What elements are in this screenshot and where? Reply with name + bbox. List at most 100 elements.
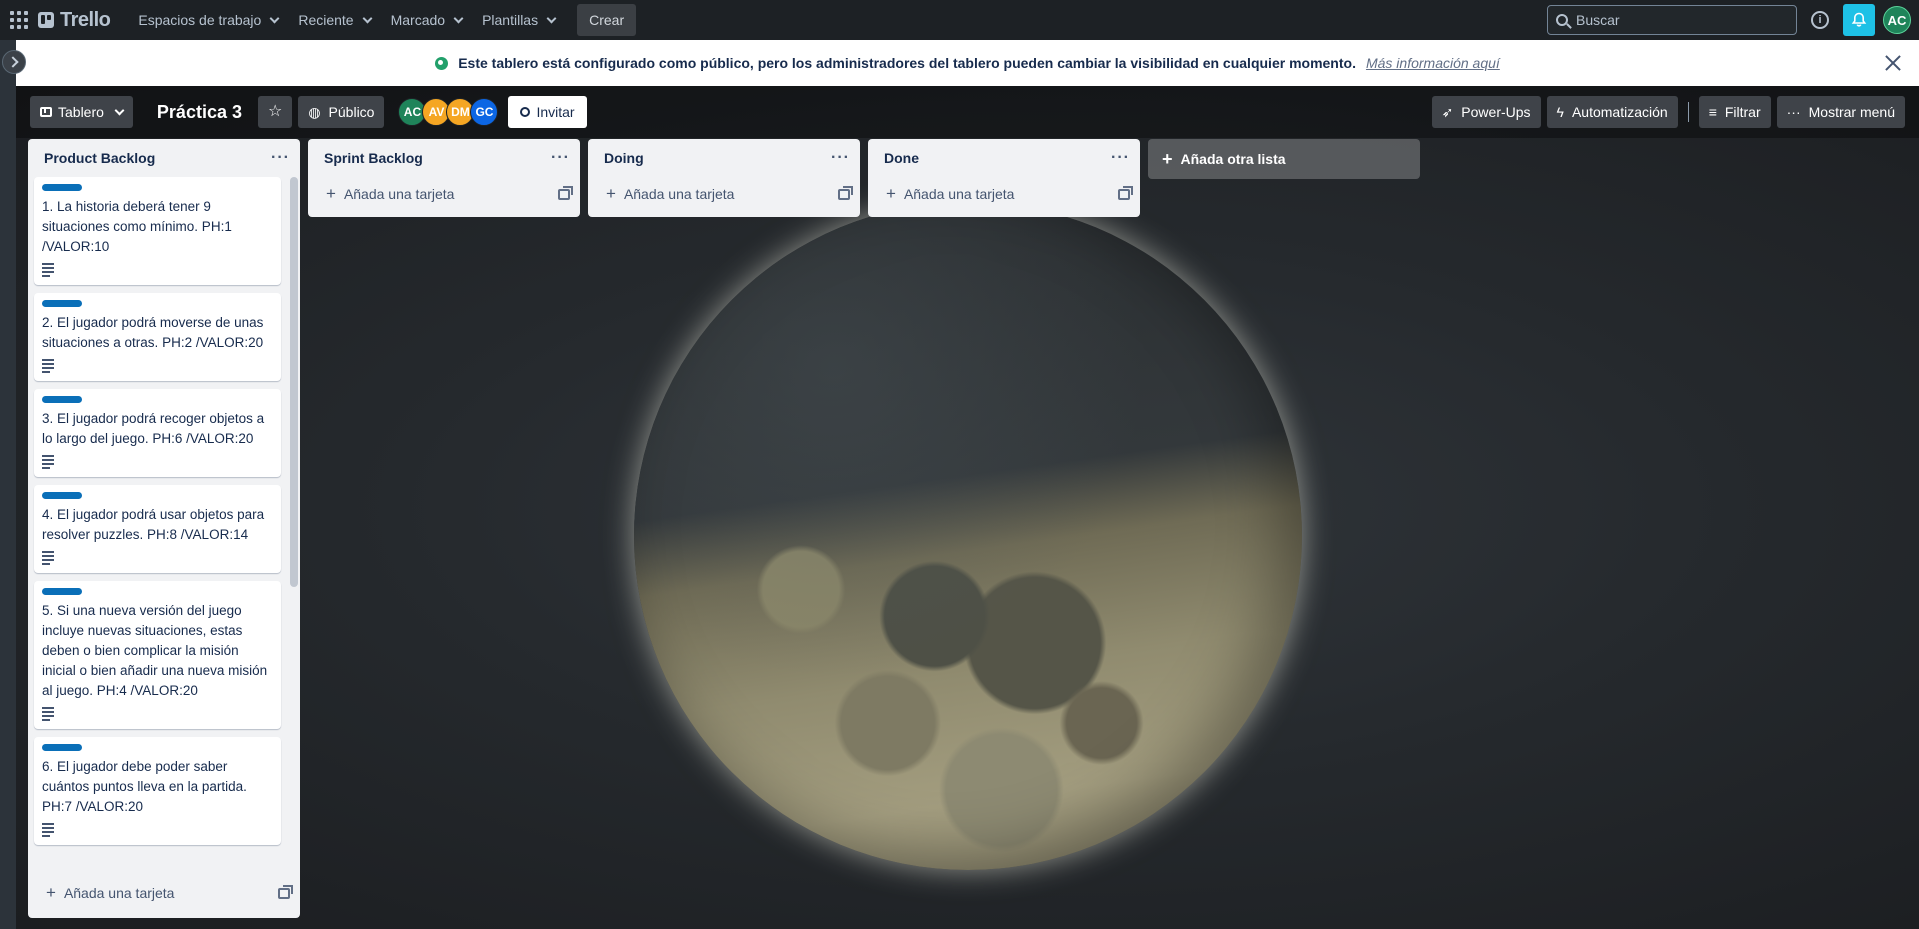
add-card-button[interactable]: + Añada una tarjeta (868, 177, 1140, 211)
card-label[interactable] (42, 588, 82, 595)
card-label[interactable] (42, 396, 82, 403)
list-title: Doing (604, 150, 644, 166)
add-card-left: + Añada una tarjeta (326, 184, 454, 204)
menu-recent[interactable]: Reciente (288, 4, 380, 36)
add-card-label: Añada una tarjeta (343, 186, 455, 202)
add-person-icon (520, 107, 531, 117)
menu-starred[interactable]: Marcado (381, 4, 472, 36)
card-title: 6. El jugador debe poder saber cuántos p… (42, 759, 247, 814)
plus-icon: + (1162, 148, 1173, 169)
invite-label: Invitar (536, 104, 575, 120)
list-menu-icon[interactable]: ··· (831, 149, 850, 167)
add-card-label: Añada una tarjeta (903, 186, 1015, 202)
plus-icon: + (886, 184, 896, 203)
menu-label: Plantillas (482, 12, 539, 28)
view-label: Tablero (58, 104, 104, 120)
banner-message: Este tablero está configurado como públi… (458, 55, 1356, 71)
visibility-label: Público (328, 104, 375, 120)
board-view-icon (40, 107, 52, 117)
list-menu-icon[interactable]: ··· (271, 149, 290, 167)
expand-sidebar-button[interactable] (2, 50, 26, 74)
board-title[interactable]: Práctica 3 (157, 102, 242, 123)
add-card-label: Añada una tarjeta (63, 885, 175, 901)
card[interactable]: 4. El jugador podrá usar objetos para re… (34, 485, 281, 573)
card-label[interactable] (42, 300, 82, 307)
add-card-button[interactable]: + Añada una tarjeta (308, 177, 580, 211)
search-icon (1556, 14, 1568, 26)
more-icon: ··· (1786, 104, 1801, 120)
automation-button[interactable]: ϟ Automatización (1546, 96, 1678, 128)
add-card-label: Añada una tarjeta (623, 186, 735, 202)
card-container: 1. La historia deberá tener 9 situacione… (28, 177, 300, 862)
star-button[interactable]: ☆ (257, 96, 293, 128)
nav-right: i AC (1547, 4, 1911, 36)
background-moon-image (634, 202, 1302, 870)
add-card-button[interactable]: + Añada una tarjeta (28, 876, 300, 910)
app-switcher-icon[interactable] (8, 9, 30, 31)
card[interactable]: 5. Si una nueva versión del juego incluy… (34, 581, 281, 729)
list-title: Sprint Backlog (324, 150, 423, 166)
invite-button[interactable]: Invitar (508, 96, 587, 128)
visibility-button[interactable]: ◍ Público (298, 96, 385, 128)
list-sprint-backlog: Sprint Backlog ··· + Añada una tarjeta (308, 139, 580, 217)
list-header[interactable]: Product Backlog ··· (28, 139, 300, 177)
card-title: 1. La historia deberá tener 9 situacione… (42, 199, 232, 254)
menu-workspaces[interactable]: Espacios de trabajo (128, 4, 288, 36)
close-icon[interactable] (1881, 51, 1905, 75)
create-button[interactable]: Crear (577, 4, 637, 36)
card[interactable]: 2. El jugador podrá moverse de unas situ… (34, 293, 281, 381)
chevron-down-icon (453, 13, 464, 23)
card-title: 3. El jugador podrá recoger objetos a lo… (42, 411, 265, 446)
scrollbar[interactable] (290, 177, 298, 587)
list-menu-icon[interactable]: ··· (1111, 149, 1130, 167)
trello-logo[interactable]: Trello (38, 8, 111, 32)
menu-templates[interactable]: Plantillas (472, 4, 565, 36)
show-menu-label: Mostrar menú (1808, 104, 1895, 120)
card-template-icon[interactable] (278, 884, 293, 899)
list-title: Done (884, 150, 919, 166)
description-icon (42, 263, 54, 277)
star-icon: ☆ (267, 103, 283, 120)
description-icon (42, 359, 54, 373)
automation-label: Automatización (1571, 104, 1668, 120)
card-label[interactable] (42, 184, 82, 191)
list-header[interactable]: Done ··· (868, 139, 1140, 177)
list-header[interactable]: Doing ··· (588, 139, 860, 177)
show-menu-button[interactable]: ··· Mostrar menú (1776, 96, 1905, 128)
top-nav: Trello Espacios de trabajo Reciente Marc… (0, 0, 1919, 40)
card[interactable]: 3. El jugador podrá recoger objetos a lo… (34, 389, 281, 477)
card-label[interactable] (42, 492, 82, 499)
card-template-icon[interactable] (558, 185, 573, 200)
trello-logo-icon (38, 12, 54, 28)
visibility-banner: Este tablero está configurado como públi… (16, 40, 1919, 86)
card-title: 4. El jugador podrá usar objetos para re… (42, 507, 265, 542)
powerups-button[interactable]: ➶ Power-Ups (1431, 96, 1541, 128)
notifications-button[interactable] (1843, 4, 1875, 36)
search-input[interactable] (1576, 12, 1776, 28)
card-template-icon[interactable] (1118, 185, 1133, 200)
chevron-down-icon (546, 13, 557, 23)
info-icon[interactable]: i (1811, 11, 1829, 29)
user-avatar[interactable]: AC (1883, 6, 1911, 34)
logo-text: Trello (60, 8, 111, 31)
view-switcher-button[interactable]: Tablero (30, 96, 133, 128)
add-card-button[interactable]: + Añada una tarjeta (588, 177, 860, 211)
chevron-down-icon (269, 13, 280, 23)
add-list-button[interactable]: + Añada otra lista (1148, 139, 1420, 179)
description-icon (42, 551, 54, 565)
banner-learn-more-link[interactable]: Más información aquí (1366, 55, 1500, 71)
list-doing: Doing ··· + Añada una tarjeta (588, 139, 860, 217)
list-done: Done ··· + Añada una tarjeta (868, 139, 1140, 217)
chevron-down-icon (114, 105, 125, 115)
list-menu-icon[interactable]: ··· (551, 149, 570, 167)
member-avatar[interactable]: GC (470, 98, 499, 126)
filter-button[interactable]: ≡ Filtrar (1698, 96, 1771, 128)
card[interactable]: 6. El jugador debe poder saber cuántos p… (34, 737, 281, 845)
card-label[interactable] (42, 744, 82, 751)
search-box[interactable] (1547, 5, 1797, 35)
bell-icon (1851, 12, 1867, 27)
card-template-icon[interactable] (838, 185, 853, 200)
list-header[interactable]: Sprint Backlog ··· (308, 139, 580, 177)
card[interactable]: 1. La historia deberá tener 9 situacione… (34, 177, 281, 285)
board-members: AC AV DM GC (398, 98, 499, 126)
